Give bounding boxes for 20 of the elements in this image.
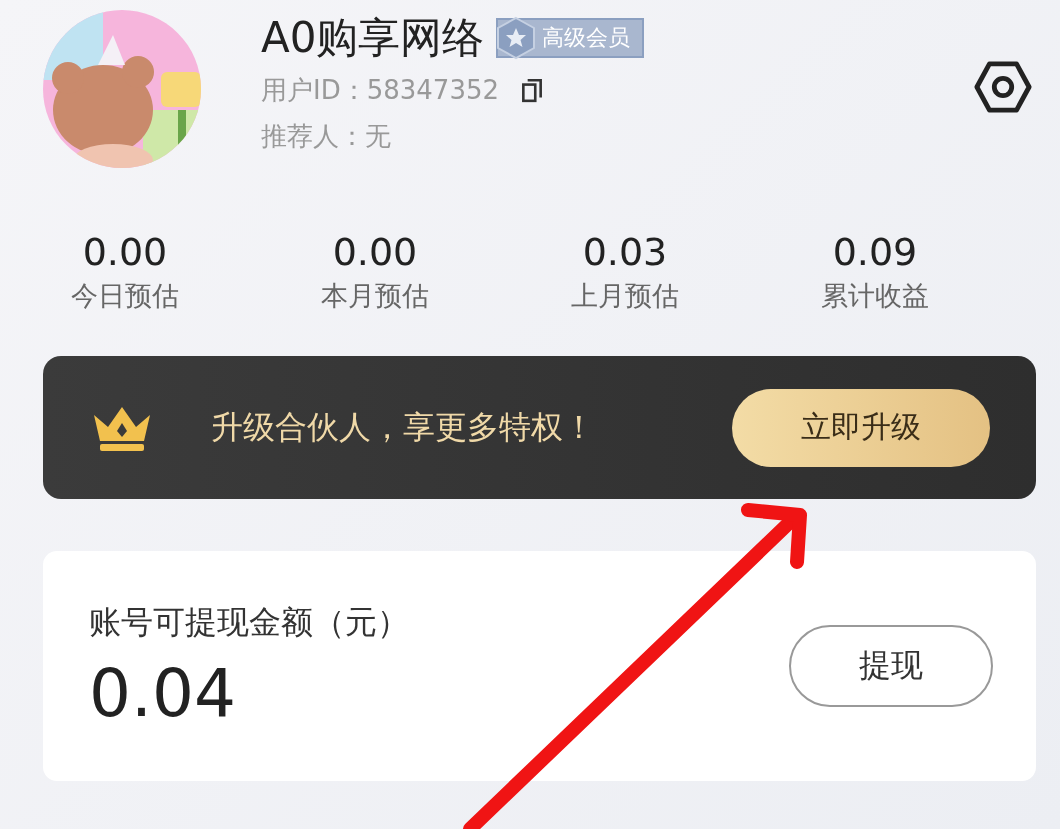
- stat-label: 今日预估: [71, 279, 179, 313]
- balance-label: 账号可提现金额（元）: [89, 601, 409, 643]
- stat-value: 0.03: [582, 230, 668, 274]
- stat-value: 0.00: [332, 230, 418, 274]
- banner-text: 升级合伙人，享更多特权！: [211, 406, 595, 448]
- stat-label: 累计收益: [821, 279, 929, 313]
- balance-amount: 0.04: [89, 654, 237, 732]
- referrer-label: 推荐人：: [261, 119, 365, 153]
- member-badge: 高级会员: [496, 18, 645, 58]
- user-id: 58347352: [366, 75, 500, 105]
- stat-label: 本月预估: [321, 279, 429, 313]
- stat-label: 上月预估: [571, 279, 679, 313]
- user-id-label: 用户ID：: [261, 73, 367, 107]
- stat-value: 0.00: [82, 230, 168, 274]
- stat-value: 0.09: [832, 230, 918, 274]
- upgrade-button[interactable]: 立即升级: [732, 388, 990, 467]
- user-name: A0购享网络: [261, 12, 485, 64]
- withdraw-button[interactable]: 提现: [789, 625, 993, 707]
- referrer: 无: [365, 119, 391, 153]
- settings-icon[interactable]: [974, 58, 1032, 116]
